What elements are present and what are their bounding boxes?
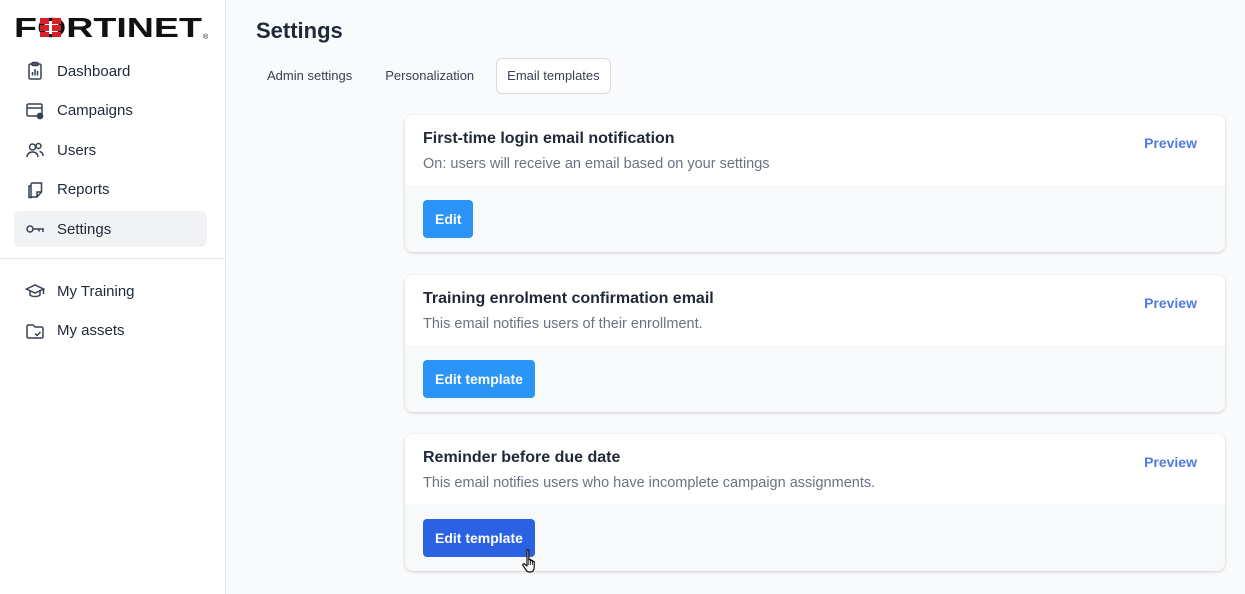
edit-template-button[interactable]: Edit template	[423, 360, 535, 398]
card-description: This email notifies users who have incom…	[423, 475, 876, 491]
preview-link[interactable]: Preview	[1144, 454, 1197, 470]
sidebar-item-my-assets[interactable]: My assets	[14, 313, 207, 349]
edit-button[interactable]: Edit	[423, 200, 474, 238]
sidebar-item-dashboard[interactable]: Dashboard	[14, 53, 207, 89]
report-icon	[28, 181, 43, 198]
graduation-cap-icon	[25, 284, 45, 298]
sidebar-item-label: My assets	[57, 322, 125, 339]
tab-email-templates[interactable]: Email templates	[496, 58, 611, 94]
card-title: Reminder before due date	[423, 449, 621, 466]
card-header: Reminder before due date This email noti…	[405, 434, 1225, 504]
svg-text:®: ®	[203, 33, 208, 40]
preview-link[interactable]: Preview	[1144, 295, 1197, 311]
key-icon	[26, 225, 44, 233]
sidebar-item-label: Campaigns	[57, 102, 133, 119]
sidebar-item-campaigns[interactable]: Campaigns	[14, 93, 207, 129]
sidebar-item-label: Reports	[57, 181, 110, 198]
secondary-nav: My Training My assets	[14, 273, 207, 352]
card-title: First-time login email notification	[423, 130, 675, 147]
sidebar: FORTINET ® Dashboard Campaigns Users Rep…	[0, 0, 226, 594]
sidebar-item-label: Users	[57, 141, 97, 159]
tab-admin-settings[interactable]: Admin settings	[256, 58, 363, 94]
main-content: Settings Admin settings Personalization …	[227, 0, 1245, 594]
sidebar-item-label: My Training	[57, 282, 135, 300]
email-template-card: First-time login email notification On: …	[405, 115, 1225, 252]
settings-tabs: Admin settings Personalization Email tem…	[256, 58, 622, 94]
sidebar-divider	[0, 258, 225, 259]
folder-check-icon	[26, 323, 44, 339]
sidebar-item-users[interactable]: Users	[14, 132, 207, 168]
sidebar-item-settings[interactable]: Settings	[14, 211, 207, 247]
card-title: Training enrolment confirmation email	[423, 290, 714, 307]
tab-personalization[interactable]: Personalization	[374, 58, 485, 94]
card-header: Training enrolment confirmation email Th…	[405, 275, 1225, 345]
email-template-card: Training enrolment confirmation email Th…	[405, 275, 1225, 412]
campaign-settings-icon	[26, 102, 44, 119]
sidebar-item-label: Dashboard	[57, 62, 131, 80]
sidebar-item-reports[interactable]: Reports	[14, 172, 207, 208]
clipboard-chart-icon	[28, 61, 42, 80]
card-description: This email notifies users of their enrol…	[423, 316, 703, 332]
card-header: First-time login email notification On: …	[405, 115, 1225, 185]
fortinet-logo[interactable]: FORTINET ®	[14, 14, 208, 40]
card-footer: Edit template	[405, 345, 1225, 412]
card-footer: Edit	[405, 185, 1225, 252]
card-description: On: users will receive an email based on…	[423, 156, 770, 172]
sidebar-item-my-training[interactable]: My Training	[14, 273, 207, 309]
hand-pointer-cursor-icon	[522, 549, 535, 573]
sidebar-item-label: Settings	[57, 220, 112, 238]
edit-template-button[interactable]: Edit template	[423, 519, 535, 557]
page-title: Settings	[256, 18, 343, 43]
primary-nav: Dashboard Campaigns Users Reports Settin…	[14, 53, 207, 251]
preview-link[interactable]: Preview	[1144, 135, 1197, 151]
users-icon	[26, 142, 44, 158]
